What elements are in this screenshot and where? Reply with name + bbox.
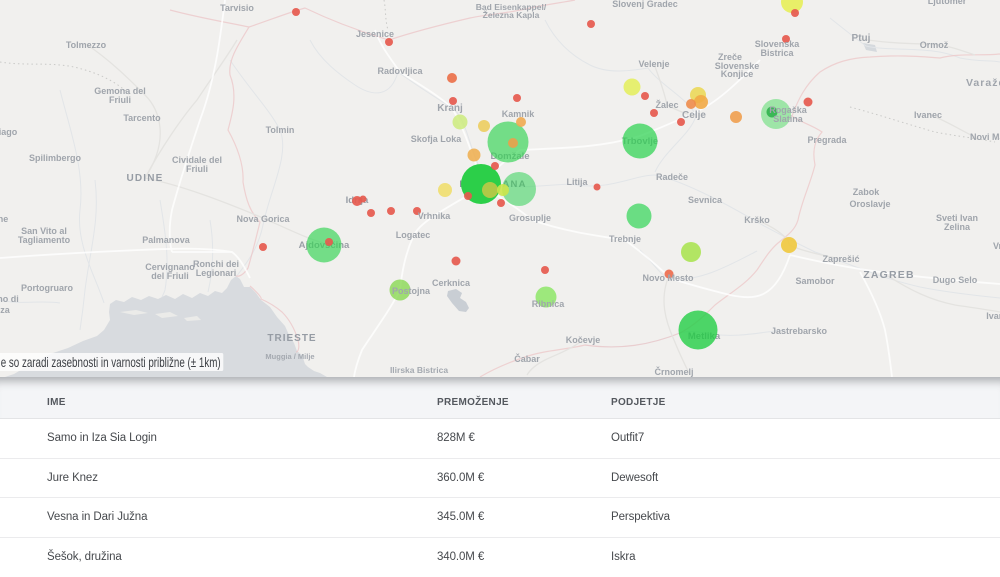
svg-text:Kamnik: Kamnik [502,109,536,119]
svg-text:Zelina: Zelina [944,222,971,232]
svg-text:iago: iago [0,127,18,137]
svg-text:Novi Marof: Novi Marof [970,132,1000,142]
svg-text:Radeče: Radeče [656,172,688,182]
svg-text:ZAGREB: ZAGREB [863,269,915,281]
svg-text:Logatec: Logatec [396,230,431,240]
svg-text:Palmanova: Palmanova [142,235,191,245]
svg-text:Konjice: Konjice [721,69,754,79]
svg-text:Novo Mesto: Novo Mesto [642,273,694,283]
svg-text:Litija: Litija [566,177,588,187]
svg-text:Samobor: Samobor [795,276,835,286]
svg-text:ne: ne [0,214,8,224]
svg-text:Legionari: Legionari [196,268,237,278]
svg-text:Grosuplje: Grosuplje [509,213,551,223]
svg-text:Železna Kapla: Železna Kapla [483,9,540,20]
svg-text:Črnomelj: Črnomelj [654,366,693,377]
svg-text:Jesenice: Jesenice [356,29,394,39]
svg-text:Sevnica: Sevnica [688,195,723,205]
svg-text:Vrhnika: Vrhnika [418,211,452,221]
svg-text:Ivanec: Ivanec [914,110,942,120]
svg-text:Tarvisio: Tarvisio [220,3,254,13]
svg-text:Cerknica: Cerknica [432,278,471,288]
svg-text:Bistrica: Bistrica [760,48,794,58]
svg-text:del Friuli: del Friuli [151,271,189,281]
svg-text:Čabar: Čabar [514,353,540,364]
svg-text:Ptuj: Ptuj [852,33,871,44]
svg-text:Portogruaro: Portogruaro [21,283,74,293]
svg-text:Kranj: Kranj [437,103,463,114]
svg-text:Tarcento: Tarcento [123,113,161,123]
svg-text:Ljutomer: Ljutomer [928,0,967,6]
svg-text:Trebnje: Trebnje [609,234,641,244]
svg-text:Velenje: Velenje [638,59,669,69]
svg-text:Oroslavje: Oroslavje [849,199,890,209]
svg-text:Skofja Loka: Skofja Loka [411,134,463,144]
svg-text:TRIESTE: TRIESTE [267,333,316,344]
svg-text:Zaprešić: Zaprešić [822,254,859,264]
svg-text:Radovljica: Radovljica [377,66,423,76]
svg-text:Jastrebarsko: Jastrebarsko [771,326,828,336]
svg-text:Ilirska Bistrica: Ilirska Bistrica [390,365,448,375]
svg-text:Friuli: Friuli [109,95,131,105]
svg-text:Krško: Krško [744,215,770,225]
svg-text:Pregrada: Pregrada [807,135,847,145]
svg-text:Ivanić: Ivanić [986,311,1000,321]
svg-text:Slatina: Slatina [773,114,804,124]
svg-text:Žalec: Žalec [655,99,678,110]
svg-text:Zabok: Zabok [853,187,880,197]
svg-text:no di: no di [0,294,19,304]
svg-text:Nova Gorica: Nova Gorica [236,214,290,224]
svg-text:Kočevje: Kočevje [566,335,601,345]
svg-text:Slovenj Gradec: Slovenj Gradec [612,0,678,9]
svg-text:Celje: Celje [682,110,706,121]
svg-text:Postojna: Postojna [392,286,431,296]
svg-text:Tolmin: Tolmin [266,125,295,135]
svg-text:Friuli: Friuli [186,164,208,174]
svg-text:Ribnica: Ribnica [532,299,566,309]
svg-text:Ormož: Ormož [920,40,949,50]
svg-text:za: za [0,305,11,315]
svg-text:Varaždin: Varaždin [966,77,1000,89]
svg-text:UDINE: UDINE [126,173,163,184]
svg-text:Tolmezzo: Tolmezzo [66,40,107,50]
svg-text:Vrbovec: Vrbovec [993,241,1000,251]
svg-text:Tagliamento: Tagliamento [18,235,71,245]
svg-text:Spilimbergo: Spilimbergo [29,153,82,163]
svg-text:Dugo Selo: Dugo Selo [933,275,978,285]
svg-text:Muggia / Milje: Muggia / Milje [265,352,314,361]
